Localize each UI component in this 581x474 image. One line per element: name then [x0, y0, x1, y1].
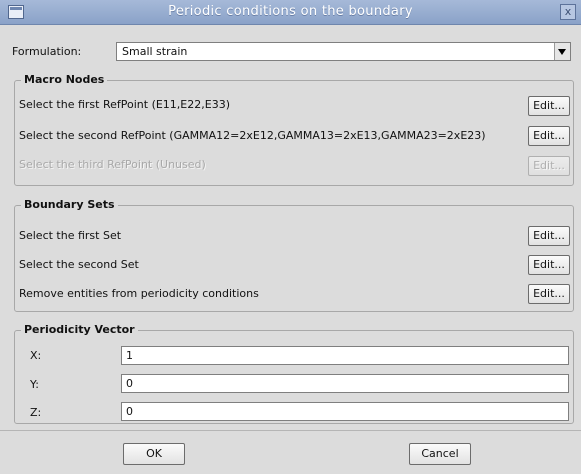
formulation-label: Formulation:: [12, 45, 82, 58]
edit-first-set-button[interactable]: Edit...: [528, 226, 570, 246]
boundary-sets-title: Boundary Sets: [21, 198, 118, 211]
footer-divider: [0, 430, 581, 431]
z-input[interactable]: 0: [121, 402, 569, 421]
y-label: Y:: [30, 378, 39, 391]
chevron-down-icon[interactable]: [554, 43, 570, 60]
x-label: X:: [30, 349, 42, 362]
remove-entities-label: Remove entities from periodicity conditi…: [19, 287, 259, 300]
edit-second-refpoint-button[interactable]: Edit...: [528, 126, 570, 146]
y-input[interactable]: 0: [121, 374, 569, 393]
edit-first-refpoint-button[interactable]: Edit...: [528, 96, 570, 116]
formulation-value: Small strain: [122, 45, 188, 58]
title-bar: Periodic conditions on the boundary x: [0, 0, 581, 25]
first-refpoint-label: Select the first RefPoint (E11,E22,E33): [19, 98, 230, 111]
window-title: Periodic conditions on the boundary: [168, 4, 413, 19]
edit-third-refpoint-button[interactable]: Edit...: [528, 156, 570, 176]
close-icon[interactable]: x: [560, 4, 576, 20]
periodicity-vector-title: Periodicity Vector: [21, 323, 138, 336]
x-input[interactable]: 1: [121, 346, 569, 365]
second-refpoint-label: Select the second RefPoint (GAMMA12=2xE1…: [19, 129, 486, 142]
edit-second-set-button[interactable]: Edit...: [528, 255, 570, 275]
formulation-select[interactable]: Small strain: [116, 42, 571, 61]
macro-nodes-title: Macro Nodes: [21, 73, 108, 86]
second-set-label: Select the second Set: [19, 258, 139, 271]
third-refpoint-label: Select the third RefPoint (Unused): [19, 158, 206, 171]
z-label: Z:: [30, 406, 42, 419]
ok-button[interactable]: OK: [123, 443, 185, 465]
edit-remove-entities-button[interactable]: Edit...: [528, 284, 570, 304]
cancel-button[interactable]: Cancel: [409, 443, 471, 465]
first-set-label: Select the first Set: [19, 229, 122, 242]
